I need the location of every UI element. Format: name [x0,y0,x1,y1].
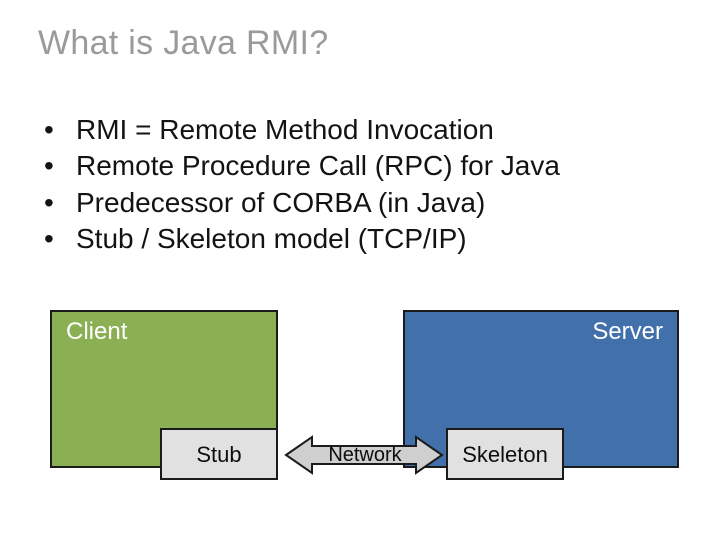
stub-label: Stub [162,430,276,468]
network-label: Network [320,444,410,467]
server-label: Server [405,312,677,346]
skeleton-label: Skeleton [448,430,562,468]
diagram-area: Client Server Stub Skeleton Network [0,0,720,540]
stub-box: Stub [160,428,278,480]
client-label: Client [52,312,276,346]
skeleton-box: Skeleton [446,428,564,480]
